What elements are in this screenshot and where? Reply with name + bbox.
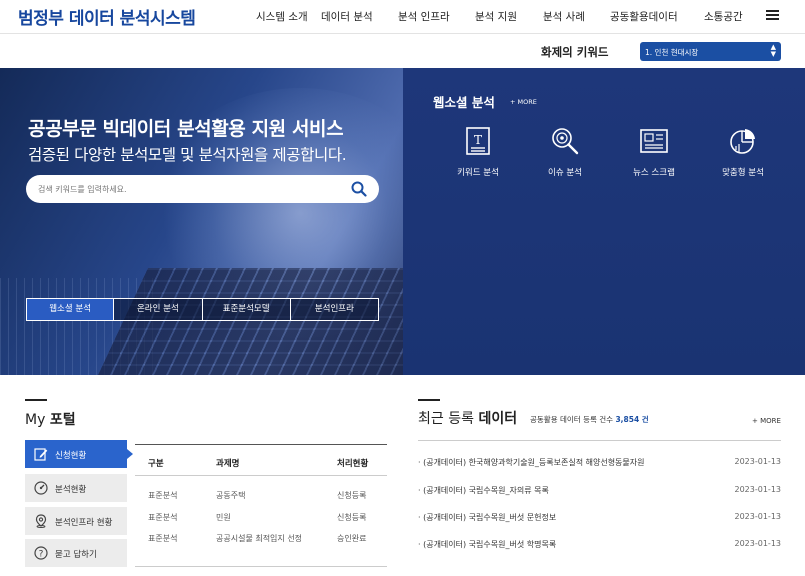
service-label: 이슈 분석	[548, 168, 582, 178]
table-row[interactable]: 표준분석 공공시설물 최적입지 선정 승인완료	[135, 533, 387, 547]
list-item-date: 2023-01-13	[734, 485, 782, 494]
list-item-date: 2023-01-13	[734, 512, 782, 521]
shared-data-count: 공동활용 데이터 등록 건수 3,854 건	[530, 414, 649, 425]
count-label: 공동활용 데이터 등록 건수	[530, 415, 614, 424]
list-item-title: · (공개데이터) 국립수목원_버섯 학명목록	[418, 540, 557, 549]
tab-web-social[interactable]: 웹소셜 분석	[26, 298, 115, 321]
column-header: 구분	[148, 459, 164, 469]
keyword-selected-value: 1. 인천 현대시장	[645, 48, 699, 57]
table-cell: 신청등록	[337, 491, 367, 500]
table-cell: 공공시설물 최적입지 선정	[216, 534, 303, 543]
list-item-title: · (공개데이터) 국립수목원_자의류 목록	[418, 486, 549, 495]
table-cell: 승인완료	[337, 534, 367, 543]
nav-analysis-support[interactable]: 분석 지원	[475, 9, 517, 24]
recent-divider	[418, 440, 781, 441]
nav-shared-data[interactable]: 공동활용데이터	[610, 9, 678, 24]
column-header: 처리현황	[337, 459, 369, 469]
list-item[interactable]: · (공개데이터) 국립수목원_버섯 문헌정보 2023-01-13	[418, 512, 781, 526]
service-label: 키워드 분석	[457, 168, 499, 178]
svg-text:?: ?	[39, 550, 44, 560]
social-analysis-panel: 웹소셜 분석 + MORE T 키워드 분석 이슈 분석 뉴스 스크랩 맞춤형 …	[403, 68, 805, 375]
hero-subtitle: 검증된 다양한 분석모델 및 분석자원을 제공합니다.	[28, 146, 347, 164]
list-item-title: · (공개데이터) 한국해양과학기술원_등록보존실적 해양선형동물자원	[418, 458, 645, 467]
keyword-select[interactable]: 1. 인천 현대시장 ▲ ▼	[640, 42, 781, 61]
table-row[interactable]: 표준분석 민원 신청등록	[135, 512, 387, 526]
issue-magnifier-icon	[552, 128, 579, 155]
recent-title-bold: 데이터	[478, 411, 518, 427]
social-panel-title: 웹소셜 분석	[433, 95, 495, 110]
table-header: 구분 과제명 처리현황	[135, 444, 387, 476]
hero-title: 공공부문 빅데이터 분석활용 지원 서비스	[28, 118, 344, 140]
service-label: 맞춤형 분석	[722, 168, 764, 178]
nav-system-intro[interactable]: 시스템 소개	[256, 9, 308, 24]
site-header: 범정부 데이터 분석시스템 시스템 소개 데이터 분석 분석 인프라 분석 지원…	[0, 0, 805, 34]
search-input[interactable]	[38, 181, 338, 197]
list-item-date: 2023-01-13	[734, 457, 782, 466]
search-icon[interactable]	[351, 181, 367, 197]
my-portal-title: My 포털	[25, 409, 76, 429]
sidebar-item-label: 신청현황	[55, 451, 87, 461]
select-arrows-icon: ▲ ▼	[770, 43, 776, 58]
sidebar-item-label: 묻고 답하기	[55, 550, 97, 560]
question-icon: ?	[34, 546, 48, 560]
service-news-scrap[interactable]: 뉴스 스크랩	[619, 126, 689, 178]
recent-data-title: 최근 등록 데이터	[418, 408, 517, 428]
table-row[interactable]: 표준분석 공동주택 신청등록	[135, 490, 387, 504]
sidebar-item-qna[interactable]: ? 묻고 답하기	[25, 539, 127, 567]
table-cell: 신청등록	[337, 513, 367, 522]
hero-banner: 공공부문 빅데이터 분석활용 지원 서비스 검증된 다양한 분석모델 및 분석자…	[0, 68, 403, 375]
nav-community[interactable]: 소통공간	[704, 9, 743, 24]
active-pointer	[127, 449, 133, 459]
social-more-link[interactable]: + MORE	[510, 98, 537, 106]
pie-chart-icon	[730, 129, 755, 154]
nav-analysis-cases[interactable]: 분석 사례	[543, 9, 585, 24]
recent-title-prefix: 최근 등록	[418, 411, 474, 427]
list-item[interactable]: · (공개데이터) 국립수목원_버섯 학명목록 2023-01-13	[418, 539, 781, 553]
gauge-icon	[34, 481, 48, 495]
news-icon	[640, 129, 668, 153]
tab-online-analysis[interactable]: 온라인 분석	[114, 298, 203, 321]
svg-text:T: T	[474, 133, 482, 147]
list-item[interactable]: · (공개데이터) 한국해양과학기술원_등록보존실적 해양선형동물자원 2023…	[418, 457, 781, 471]
sidebar-item-infra-status[interactable]: 분석인프라 현황	[25, 507, 127, 535]
search-box	[26, 175, 379, 203]
table-cell: 민원	[216, 513, 231, 522]
service-issue-analysis[interactable]: 이슈 분석	[530, 126, 600, 178]
keyword-label: 화제의 키워드	[541, 45, 609, 59]
sidebar-item-label: 분석인프라 현황	[55, 518, 113, 528]
sidebar-item-analysis-status[interactable]: 분석현황	[25, 474, 127, 502]
site-logo[interactable]: 범정부 데이터 분석시스템	[18, 4, 196, 29]
section-accent-bar	[418, 399, 440, 401]
hero-tabs: 웹소셜 분석 온라인 분석 표준분석모델 분석인프라	[26, 298, 379, 321]
edit-icon	[34, 448, 48, 461]
nav-data-analysis[interactable]: 데이터 분석	[321, 9, 373, 24]
sidebar-item-label: 분석현황	[55, 485, 87, 495]
menu-icon[interactable]	[766, 10, 779, 20]
my-portal-title-bold: 포털	[49, 412, 76, 428]
table-cell: 표준분석	[148, 513, 178, 522]
list-item-date: 2023-01-13	[734, 539, 782, 548]
table-divider	[135, 566, 387, 567]
service-label: 뉴스 스크랩	[633, 168, 675, 178]
count-value: 3,854 건	[615, 415, 649, 424]
sidebar-item-request-status[interactable]: 신청현황	[25, 440, 133, 468]
table-cell: 표준분석	[148, 534, 178, 543]
recent-more-link[interactable]: + MORE	[752, 417, 781, 425]
keyword-document-icon: T	[466, 127, 490, 155]
tab-analysis-infra[interactable]: 분석인프라	[290, 298, 379, 321]
list-item-title: · (공개데이터) 국립수목원_버섯 문헌정보	[418, 513, 557, 522]
main-nav: 시스템 소개 데이터 분석 분석 인프라 분석 지원 분석 사례 공동활용데이터…	[256, 9, 765, 25]
tab-standard-model[interactable]: 표준분석모델	[202, 298, 291, 321]
column-header: 과제명	[216, 459, 240, 469]
service-custom-analysis[interactable]: 맞춤형 분석	[708, 126, 778, 178]
section-accent-bar	[25, 399, 47, 401]
location-pin-icon	[35, 514, 47, 528]
my-portal-title-prefix: My	[25, 412, 46, 428]
list-item[interactable]: · (공개데이터) 국립수목원_자의류 목록 2023-01-13	[418, 485, 781, 499]
table-cell: 공동주택	[216, 491, 246, 500]
nav-analysis-infra[interactable]: 분석 인프라	[398, 9, 450, 24]
service-keyword-analysis[interactable]: T 키워드 분석	[443, 126, 513, 178]
table-cell: 표준분석	[148, 491, 178, 500]
